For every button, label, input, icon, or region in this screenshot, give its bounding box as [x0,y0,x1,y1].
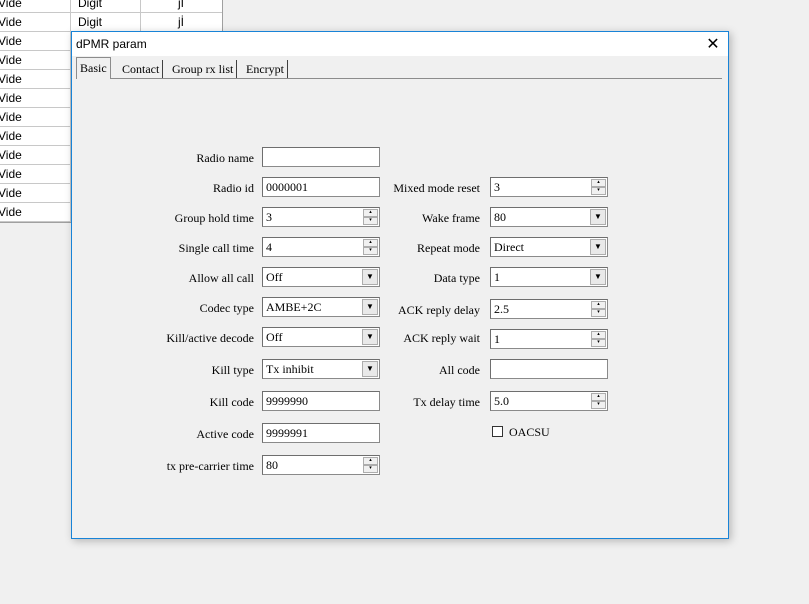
ack-reply-delay-label: ACK reply delay [398,303,480,317]
mixed-mode-reset-label: Mixed mode reset [393,181,480,195]
spin-down-icon[interactable]: ▾ [363,465,378,473]
table-cell: Vide [0,34,22,48]
table-cell: Vide [0,129,22,143]
spin-down-icon[interactable]: ▾ [591,187,606,195]
spin-down-icon[interactable]: ▾ [591,309,606,317]
table-cell: Digit [78,0,103,10]
table-cell: jİ [178,0,184,10]
tab-basic[interactable]: Basic [76,57,111,79]
all-code-input[interactable] [490,359,608,379]
radio-name-input[interactable] [262,147,380,167]
spin-up-icon[interactable]: ▴ [363,457,378,465]
table-cell: Vide [0,205,22,219]
spin-up-icon[interactable]: ▴ [591,393,606,401]
dialog-title: dPMR param [76,37,147,51]
spin-up-icon[interactable]: ▴ [591,301,606,309]
dpmr-param-dialog: dPMR param ✕ Basic Contact Group rx list… [71,31,729,539]
table-cell: Vide [0,148,22,162]
allow-all-call-label: Allow all call [188,271,254,285]
spin-up-icon[interactable]: ▴ [591,331,606,339]
tx-delay-time-spinner[interactable]: 5.0 ▴ ▾ [490,391,608,411]
tab-group-rx-list[interactable]: Group rx list [169,60,238,78]
repeat-mode-label: Repeat mode [417,241,480,255]
kill-type-label: Kill type [211,363,254,377]
radio-name-label: Radio name [196,151,254,165]
tx-delay-time-label: Tx delay time [413,395,480,409]
codec-type-label: Codec type [199,301,254,315]
table-cell: Vide [0,186,22,200]
spin-down-icon[interactable]: ▾ [591,339,606,347]
tab-encrypt[interactable]: Encrypt [243,60,288,78]
spin-up-icon[interactable]: ▴ [591,179,606,187]
oacsu-checkbox[interactable] [492,426,503,437]
ack-reply-delay-spinner[interactable]: 2.5 ▴ ▾ [490,299,608,319]
single-call-time-label: Single call time [178,241,254,255]
radio-id-label: Radio id [213,181,254,195]
table-row[interactable]: Vide Digit jİ [0,0,222,13]
kill-code-label: Kill code [209,395,254,409]
table-row[interactable]: Vide Digit jİ [0,13,222,32]
table-cell: Digit [78,15,103,29]
wake-frame-label: Wake frame [422,211,480,225]
oacsu-label: OACSU [509,425,550,439]
data-type-select[interactable]: 1 ▼ [490,267,608,287]
ack-reply-wait-spinner[interactable]: 1 ▴ ▾ [490,329,608,349]
spin-down-icon[interactable]: ▾ [591,401,606,409]
wake-frame-select[interactable]: 80 ▼ [490,207,608,227]
ack-reply-wait-label: ACK reply wait [403,331,480,345]
tx-precarrier-time-spinner[interactable]: 80 ▴ ▾ [262,455,380,475]
table-cell: Vide [0,15,22,29]
tab-strip: Basic Contact Group rx list Encrypt [76,57,722,79]
active-code-label: Active code [196,427,254,441]
dropdown-arrow-icon[interactable]: ▼ [590,209,606,225]
table-cell: Vide [0,0,22,10]
dropdown-arrow-icon[interactable]: ▼ [590,239,606,255]
table-cell: Vide [0,91,22,105]
active-code-input[interactable]: 9999991 [262,423,380,443]
basic-panel: Radio name Radio id 0000001 Group hold t… [72,80,728,536]
kill-active-decode-label: Kill/active decode [166,331,254,345]
tx-precarrier-time-label: tx pre-carrier time [166,459,254,473]
group-hold-time-label: Group hold time [174,211,254,225]
data-type-label: Data type [433,271,480,285]
all-code-label: All code [439,363,480,377]
table-cell: Vide [0,53,22,67]
close-icon[interactable]: ✕ [698,32,728,56]
table-cell: jİ [178,15,184,29]
table-cell: Vide [0,110,22,124]
mixed-mode-reset-spinner[interactable]: 3 ▴ ▾ [490,177,608,197]
table-cell: Vide [0,72,22,86]
dropdown-arrow-icon[interactable]: ▼ [590,269,606,285]
table-cell: Vide [0,167,22,181]
repeat-mode-select[interactable]: Direct ▼ [490,237,608,257]
tab-contact[interactable]: Contact [119,60,164,78]
title-bar[interactable]: dPMR param ✕ [72,32,728,56]
